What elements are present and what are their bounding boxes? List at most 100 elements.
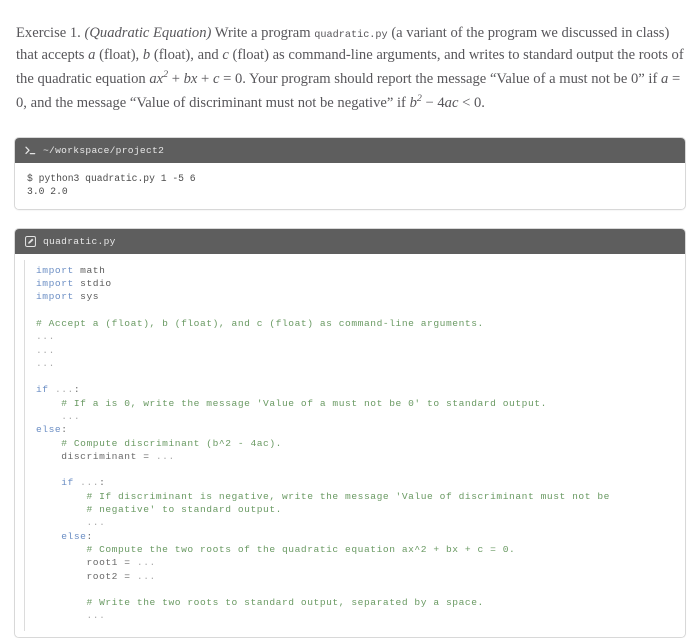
code-token: ...	[80, 477, 100, 489]
terminal-panel: ~/workspace/project2 $ python3 quadratic…	[14, 136, 686, 210]
code-token: ...	[36, 331, 55, 343]
code-token: if	[61, 477, 74, 489]
code-token: discriminant =	[36, 450, 156, 462]
terminal-path: ~/workspace/project2	[43, 144, 165, 156]
code-token: ...	[36, 344, 55, 356]
code-line: ...	[36, 357, 685, 370]
code-token: # Write the two roots to standard output…	[36, 597, 484, 609]
terminal-output[interactable]: $ python3 quadratic.py 1 -5 6 3.0 2.0	[15, 162, 685, 209]
code-token: # negative' to standard output.	[36, 504, 282, 516]
condition-discriminant: b2 − 4ac < 0.	[409, 93, 485, 112]
code-token: root2 =	[36, 570, 137, 582]
code-token: # Accept a (float), b (float), and c (fl…	[36, 317, 484, 329]
code-token: :	[73, 384, 81, 396]
code-token: :	[86, 530, 93, 542]
code-token: else	[61, 530, 87, 542]
code-token: import	[36, 291, 74, 303]
code-line: import sys	[36, 290, 685, 303]
code-editor-panel: quadratic.py import math import stdio impo…	[14, 227, 686, 638]
terminal-line: $ python3 quadratic.py 1 -5 6	[27, 172, 196, 184]
code-line: # Compute the two roots of the quadratic…	[36, 543, 685, 556]
code-line: else:	[36, 423, 685, 436]
code-token: sys	[73, 291, 100, 303]
code-token: import	[36, 278, 74, 290]
code-token: root1 =	[36, 557, 137, 569]
code-token: ...	[86, 610, 106, 622]
code-line: # negative' to standard output.	[36, 503, 685, 516]
exercise-statement: Exercise 1. (Quadratic Equation) Write a…	[0, 0, 700, 114]
code-line: import math	[36, 264, 685, 277]
code-line: root2 = ...	[36, 570, 685, 583]
code-line: # Compute discriminant (b^2 - 4ac).	[36, 437, 685, 450]
code-token: import	[36, 264, 74, 276]
code-token: ...	[86, 517, 106, 529]
code-line: # If discriminant is negative, write the…	[36, 490, 685, 503]
exercise-text-4: if	[648, 70, 658, 87]
var-a: a	[88, 46, 96, 63]
code-line: ...	[36, 330, 685, 343]
code-token: ...	[36, 357, 55, 369]
terminal-header: ~/workspace/project2	[15, 137, 685, 163]
code-token: math	[73, 264, 106, 276]
code-token: # Compute the two roots of the quadratic…	[36, 543, 516, 555]
code-token: :	[99, 477, 106, 489]
exercise-paragraph: Exercise 1. (Quadratic Equation) Write a…	[16, 24, 684, 114]
code-token: ...	[54, 384, 74, 396]
code-line: if ...:	[36, 476, 685, 489]
code-gutter-divider	[24, 259, 25, 631]
code-line: import stdio	[36, 277, 685, 290]
code-line: # Write the two roots to standard output…	[36, 596, 685, 609]
code-line: # If a is 0, write the message 'Value of…	[36, 397, 685, 410]
code-line: # Accept a (float), b (float), and c (fl…	[36, 317, 685, 330]
message-discriminant: “Value of discriminant must not be negat…	[129, 95, 394, 112]
exercise-text-5: and the message	[30, 95, 127, 112]
code-token: ...	[61, 410, 81, 422]
code-token: # If discriminant is negative, write the…	[36, 490, 610, 502]
exercise-text-1: Write a program	[214, 25, 311, 41]
type-b: (float), and	[153, 46, 219, 63]
editor-header: quadratic.py	[15, 228, 685, 254]
code-token: stdio	[73, 278, 112, 290]
code-line: if ...:	[36, 383, 685, 396]
terminal-line: 3.0 2.0	[27, 185, 68, 197]
code-token: ...	[136, 557, 156, 569]
code-token: :	[61, 424, 68, 436]
exercise-text-3: Your program should report the message	[249, 70, 487, 87]
code-line: ...	[36, 410, 685, 423]
code-content[interactable]: import math import stdio import sys # Acce…	[15, 264, 685, 623]
code-line: root1 = ...	[36, 556, 685, 569]
code-token: else	[36, 424, 62, 436]
code-line: ...	[36, 344, 685, 357]
exercise-text-6: if	[396, 95, 406, 112]
code-line: else:	[36, 530, 685, 543]
quadratic-equation: ax2 + bx + c = 0.	[149, 69, 246, 87]
editor-filename: quadratic.py	[43, 235, 116, 247]
exercise-label: Exercise 1.	[16, 25, 81, 41]
exercise-title: (Quadratic Equation)	[84, 25, 212, 41]
var-b: b	[142, 46, 151, 63]
code-token: # Compute discriminant (b^2 - 4ac).	[36, 437, 282, 449]
code-token: ...	[136, 570, 156, 582]
type-a: (float),	[99, 46, 140, 63]
code-token: # If a is 0, write the message 'Value of…	[36, 397, 547, 409]
code-line: ...	[36, 609, 685, 622]
code-token: ...	[155, 450, 175, 462]
inline-code-filename: quadratic.py	[314, 30, 388, 41]
code-line: ...	[36, 516, 685, 529]
prompt-icon	[25, 146, 36, 155]
code-token: if	[36, 384, 49, 396]
message-a: “Value of a must not be 0”	[489, 70, 645, 87]
code-area[interactable]: import math import stdio import sys # Acce…	[15, 253, 685, 637]
pencil-icon	[25, 235, 36, 247]
var-c: c	[222, 46, 229, 63]
code-line: discriminant = ...	[36, 450, 685, 463]
